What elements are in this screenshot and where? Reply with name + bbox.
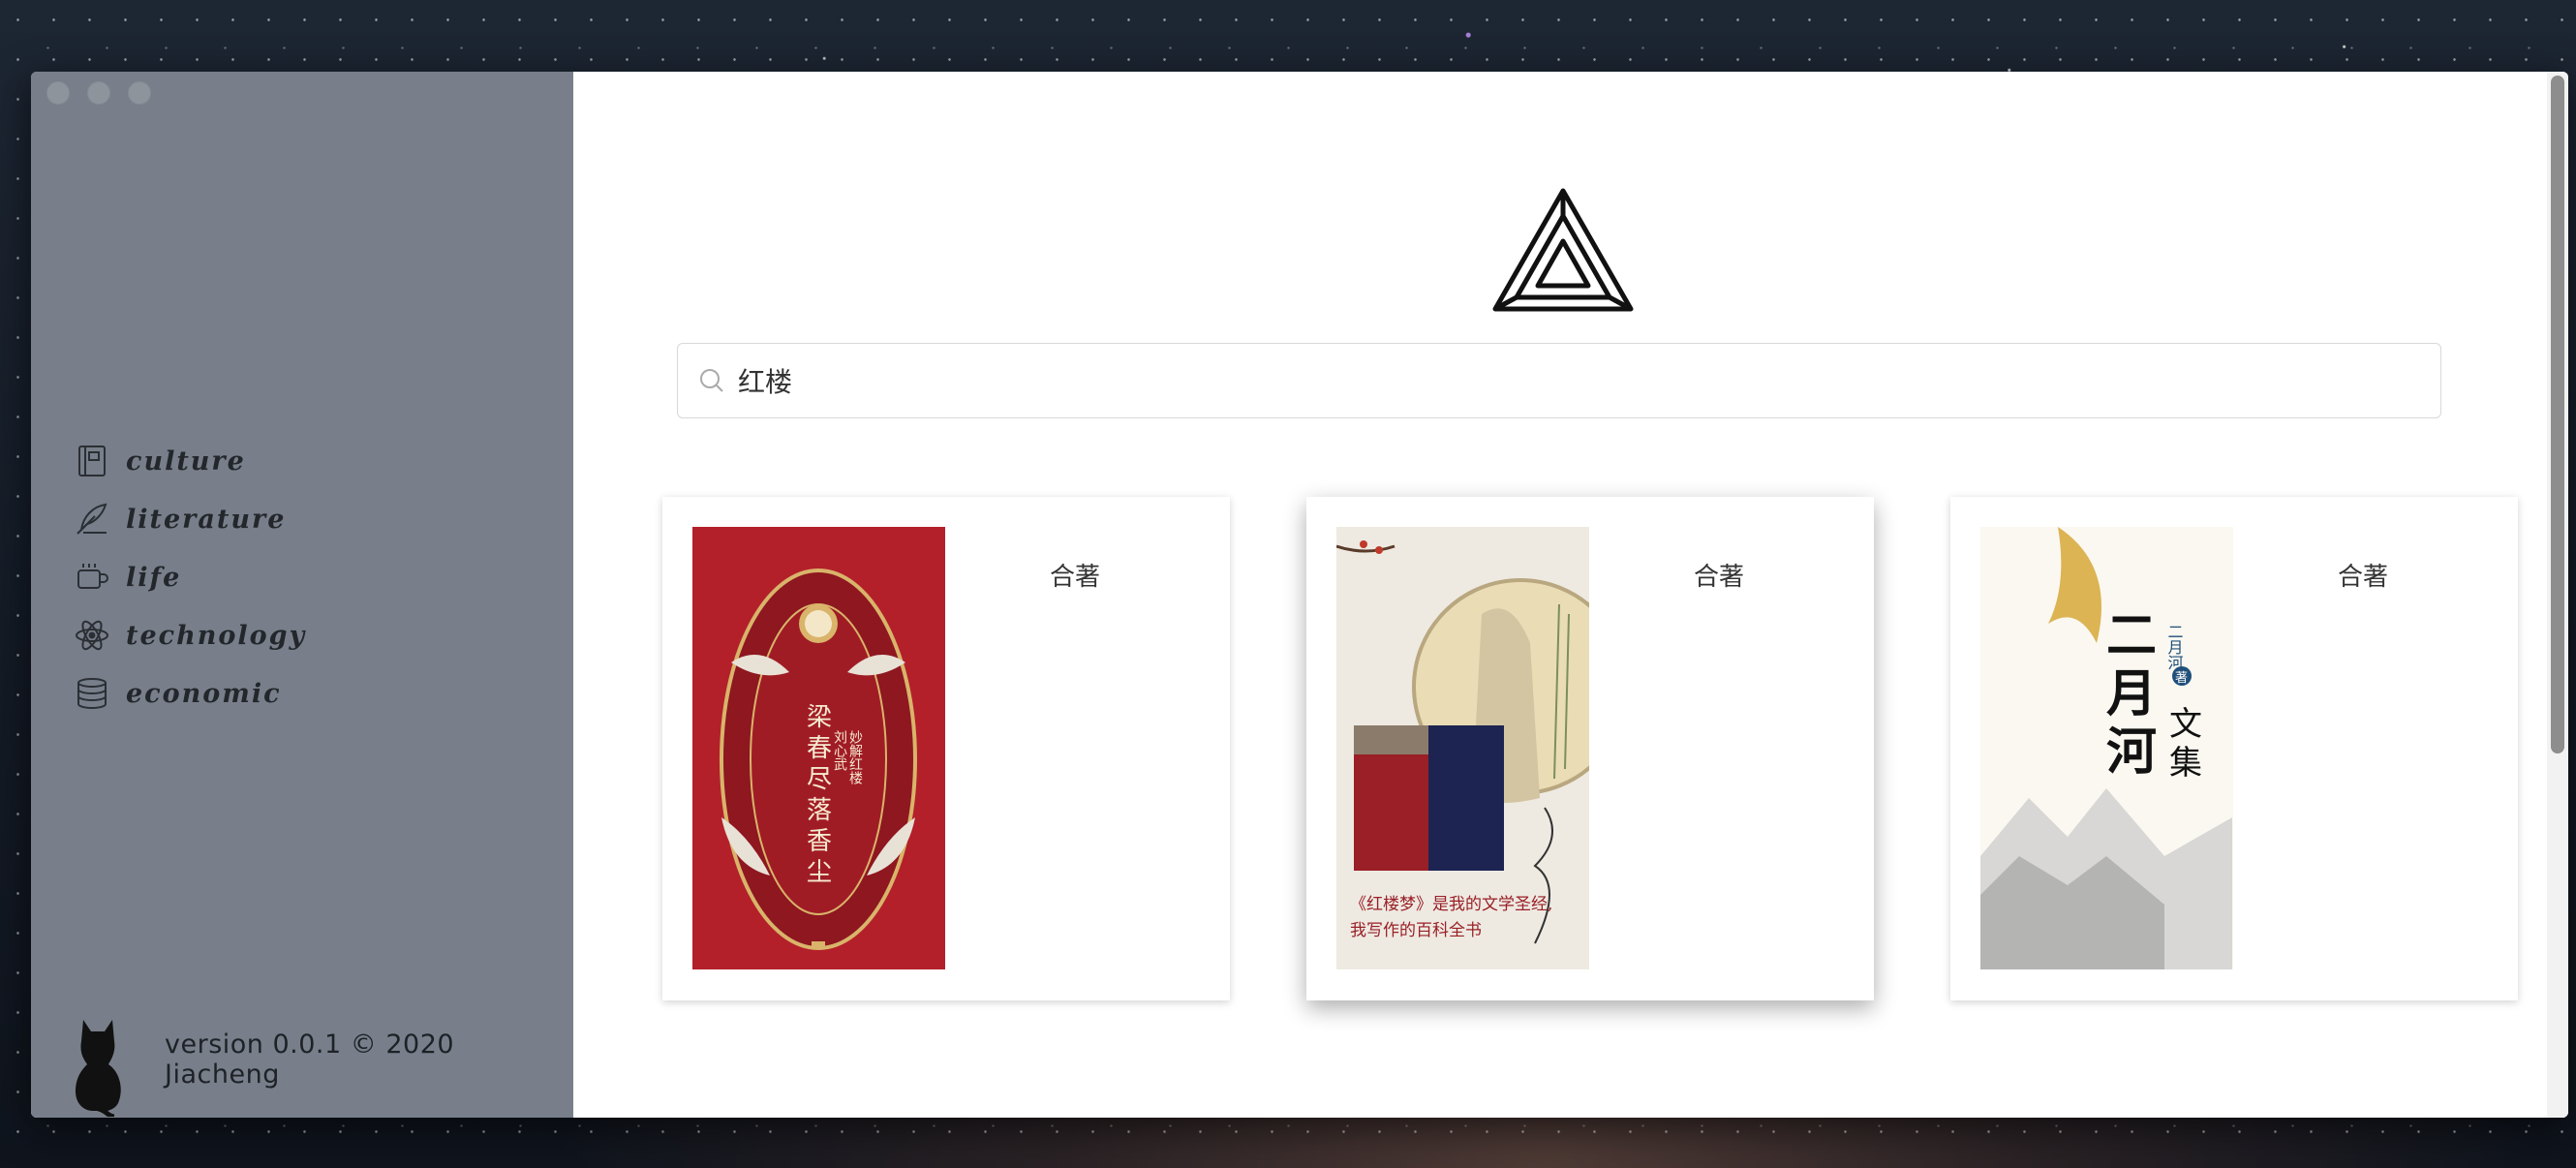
- window-controls: [46, 81, 151, 105]
- minimize-window-button[interactable]: [87, 81, 110, 105]
- book-author-label: 合著: [1050, 563, 1101, 592]
- cover-title-char: 落: [807, 796, 832, 825]
- vertical-scrollbar[interactable]: [2547, 72, 2568, 1118]
- app-window: culture literature life technology econo…: [31, 72, 2568, 1118]
- book-cover-image: 梁 春 尽 落 香 尘 刘心武 妙解红楼: [692, 527, 945, 969]
- sidebar-item-label: technology: [126, 620, 307, 651]
- feather-icon: [77, 503, 107, 535]
- cover-author: 刘心武: [832, 730, 847, 771]
- close-window-button[interactable]: [46, 81, 70, 105]
- cover-title-char: 河: [2106, 722, 2157, 782]
- cover-title-char: 月: [2106, 664, 2157, 723]
- cover-author: 二月河: [2165, 624, 2184, 670]
- atom-icon: [76, 620, 108, 651]
- sidebar-item-label: life: [126, 562, 182, 593]
- cover-title-char: 尘: [807, 858, 832, 887]
- coin-stack-icon: [77, 678, 107, 709]
- cover-title-char: 二: [2106, 606, 2157, 665]
- search-bar[interactable]: [677, 343, 2441, 418]
- search-input[interactable]: [736, 363, 2440, 398]
- sidebar-item-label: literature: [126, 504, 287, 535]
- book-author-label: 合著: [2338, 563, 2389, 592]
- zoom-window-button[interactable]: [128, 81, 151, 105]
- sidebar-item-label: economic: [126, 678, 282, 709]
- cover-title-char: 尽: [807, 765, 832, 794]
- cover-title-char: 梁: [807, 703, 832, 732]
- sidebar-item-technology[interactable]: technology: [74, 606, 306, 664]
- cover-title-char: 春: [807, 734, 832, 763]
- scrollbar-thumb[interactable]: [2551, 76, 2564, 753]
- book-icon: [78, 446, 106, 476]
- cover-quote-line: 我写作的百科全书: [1350, 921, 1482, 940]
- search-icon: [700, 369, 723, 392]
- version-text: version 0.0.1 © 2020 Jiacheng: [165, 1030, 455, 1090]
- cover-subtitle: 妙解红楼: [847, 730, 863, 784]
- sidebar-item-economic[interactable]: economic: [74, 664, 306, 722]
- sidebar-item-label: culture: [126, 446, 246, 476]
- cover-quote-line: 《红楼梦》是我的文学圣经,: [1350, 895, 1552, 914]
- sidebar-footer: version 0.0.1 © 2020 Jiacheng: [60, 1001, 564, 1118]
- book-card[interactable]: 《红楼梦》是我的文学圣经, 我写作的百科全书 合著: [1306, 497, 1874, 1000]
- sidebar-item-life[interactable]: life: [74, 548, 306, 606]
- cover-title-char: 文: [2169, 705, 2202, 744]
- book-card[interactable]: 梁 春 尽 落 香 尘 刘心武 妙解红楼 合著: [662, 497, 1230, 1000]
- sidebar-item-literature[interactable]: literature: [74, 490, 306, 548]
- book-author-label: 合著: [1694, 563, 1745, 592]
- cover-title-char: 集: [2169, 744, 2202, 783]
- penrose-triangle-logo-icon: [1492, 188, 1634, 312]
- sidebar: culture literature life technology econo…: [31, 72, 573, 1118]
- main-content: 梁 春 尽 落 香 尘 刘心武 妙解红楼 合著: [573, 72, 2568, 1118]
- cover-title-char: 香: [807, 827, 832, 856]
- book-cover-image: 二 月 河 文 集 二月河 著: [1980, 527, 2233, 969]
- cover-author-badge: 著: [2175, 671, 2188, 686]
- book-card[interactable]: 二 月 河 文 集 二月河 著 合著: [1950, 497, 2518, 1000]
- coffee-cup-icon: [77, 564, 108, 589]
- cat-icon: [76, 1020, 121, 1117]
- book-cover-image: 《红楼梦》是我的文学圣经, 我写作的百科全书: [1336, 527, 1589, 969]
- category-nav: culture literature life technology econo…: [74, 432, 306, 722]
- sidebar-item-culture[interactable]: culture: [74, 432, 306, 490]
